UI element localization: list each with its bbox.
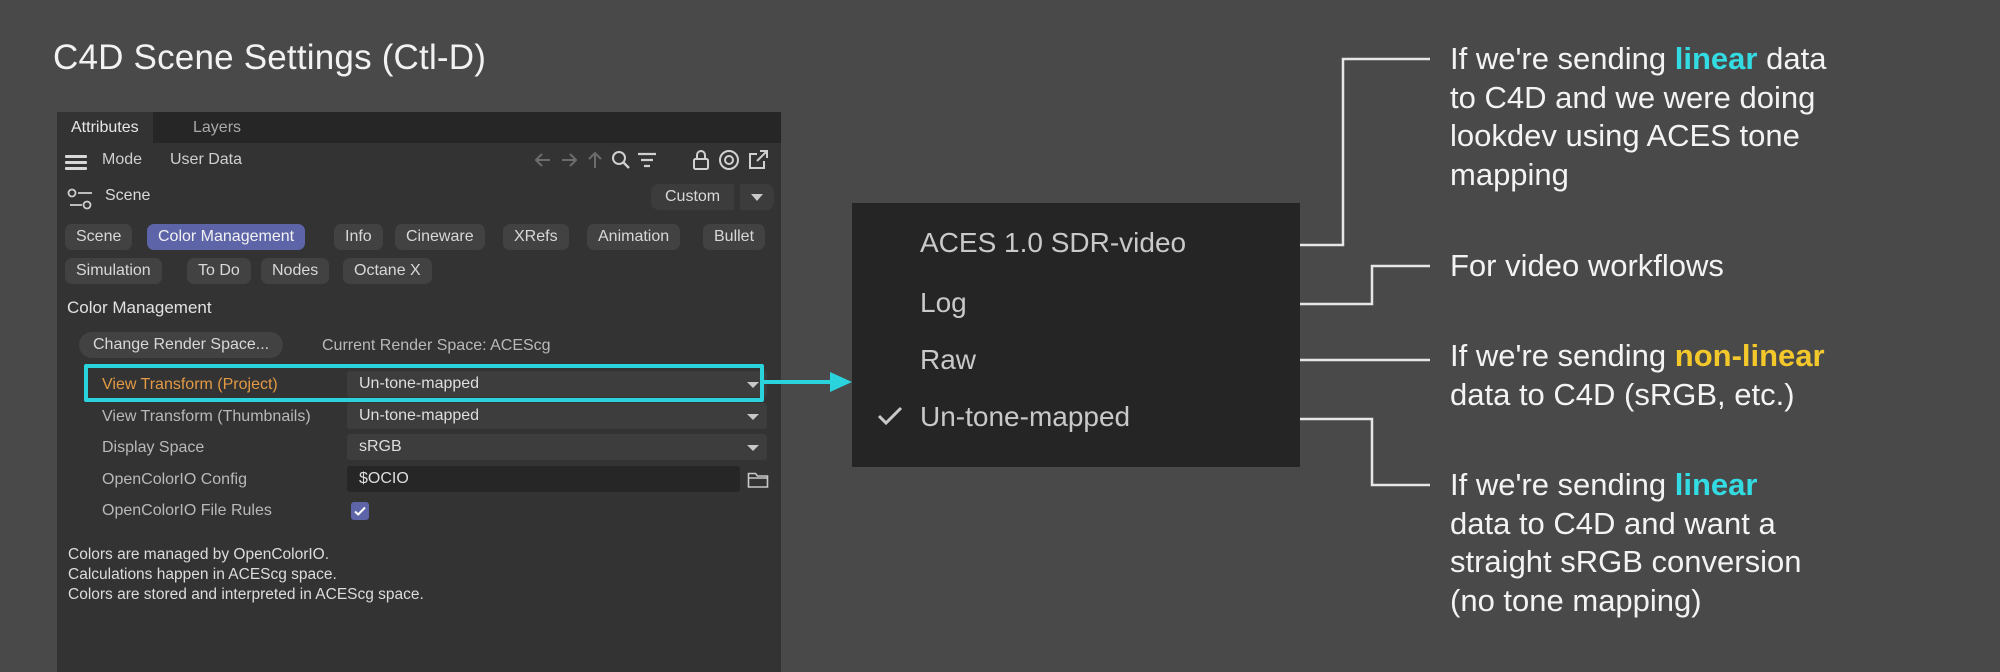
highlight-linear: linear (1674, 467, 1758, 502)
annotation-raw: If we're sending non-linear data to C4D … (1450, 338, 1825, 412)
annotation-aces: If we're sending linear data to C4D and … (1450, 41, 1827, 192)
highlight-linear: linear (1674, 41, 1758, 76)
annotation-un-tone-mapped: If we're sending linear data to C4D and … (1450, 467, 1802, 618)
menu-option-aces-sdr-video[interactable]: ACES 1.0 SDR-video (920, 227, 1186, 259)
menu-option-raw[interactable]: Raw (920, 344, 976, 376)
highlight-non-linear: non-linear (1674, 338, 1825, 373)
view-transform-dropdown-menu: ACES 1.0 SDR-video Log Raw Un-tone-mappe… (852, 203, 1300, 467)
menu-option-un-tone-mapped[interactable]: Un-tone-mapped (920, 401, 1130, 433)
checkmark-icon (877, 406, 903, 426)
menu-option-log[interactable]: Log (920, 287, 967, 319)
annotation-log: For video workflows (1450, 248, 1724, 283)
